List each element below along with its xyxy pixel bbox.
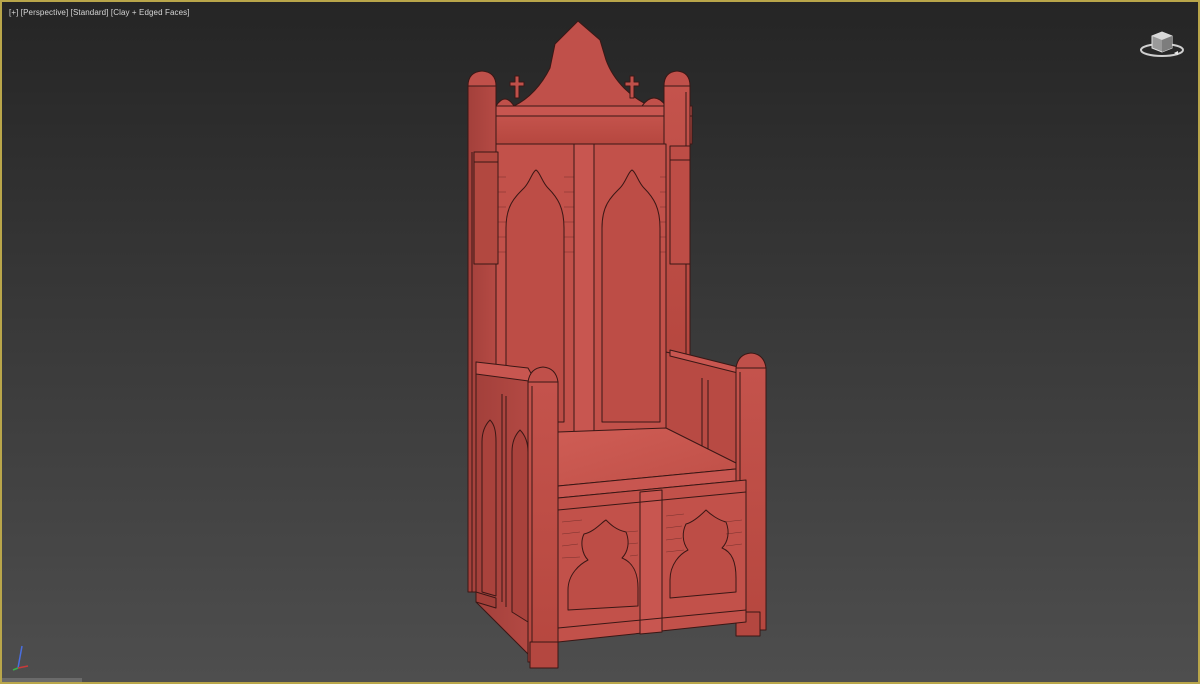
viewcube-icon[interactable]: [1138, 26, 1186, 60]
axis-tripod-icon: [12, 645, 29, 671]
viewport-bottom-strip: [2, 678, 82, 682]
perspective-viewport[interactable]: [+] [Perspective] [Standard] [Clay + Edg…: [0, 0, 1200, 684]
back-arch-right: [601, 169, 661, 423]
throne-model[interactable]: [2, 2, 1198, 682]
